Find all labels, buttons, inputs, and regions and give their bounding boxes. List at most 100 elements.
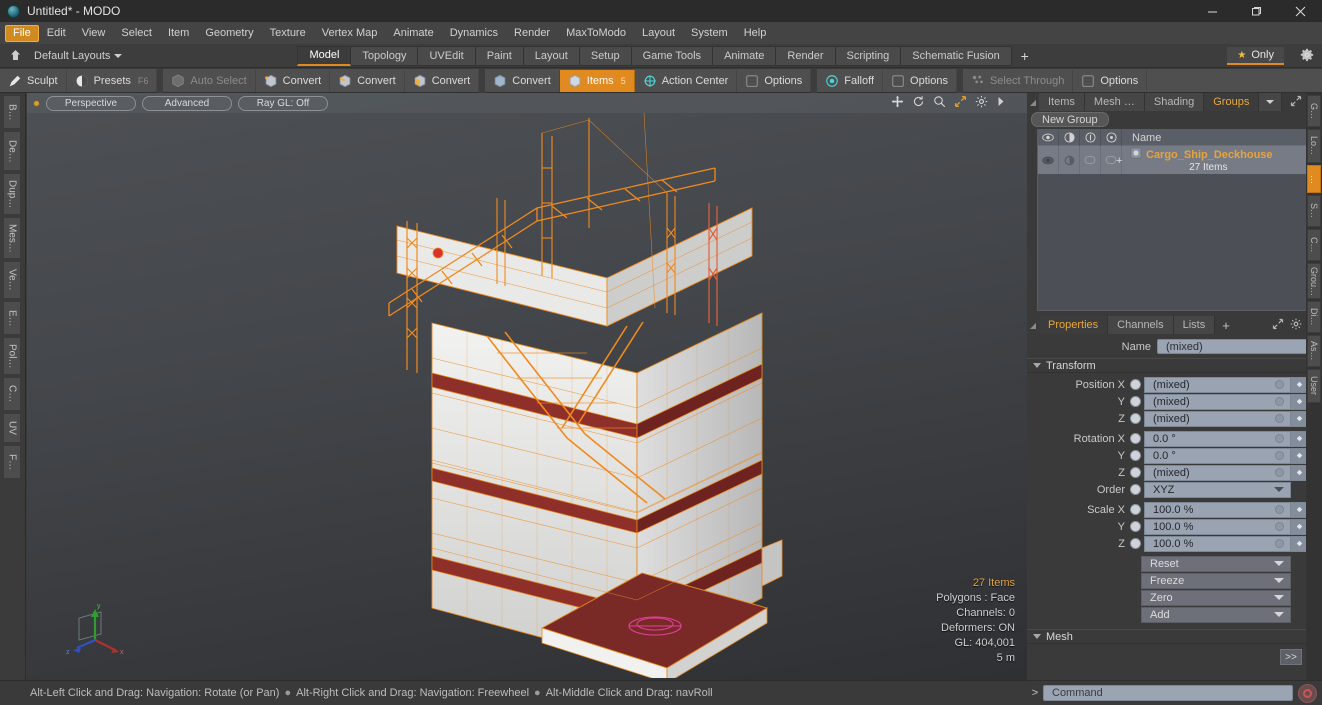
items-mode-button[interactable]: Items 5 [559, 69, 635, 92]
panel-tab-groups[interactable]: Groups [1204, 93, 1260, 111]
scale-x-knob[interactable] [1130, 504, 1141, 515]
layout-tab-game-tools[interactable]: Game Tools [631, 45, 714, 66]
left-tab-edge[interactable]: E… [3, 301, 21, 335]
panel-tab-shading[interactable]: Shading [1144, 93, 1205, 111]
viewport-view-mode-dropdown[interactable]: Perspective [46, 95, 136, 111]
layout-tab-schematic-fusion[interactable]: Schematic Fusion [901, 45, 1012, 66]
add-layout-tab-button[interactable]: + [1012, 48, 1038, 64]
menu-view[interactable]: View [74, 25, 114, 42]
tab-channels[interactable]: Channels [1108, 316, 1174, 334]
rotation-order-knob[interactable] [1130, 484, 1141, 495]
menu-system[interactable]: System [683, 25, 736, 42]
position-x-knob[interactable] [1130, 379, 1141, 390]
right-tab-general[interactable]: G… [1307, 95, 1321, 127]
record-icon[interactable] [1298, 683, 1317, 703]
more-arrow-icon[interactable] [996, 96, 1005, 110]
menu-vertex-map[interactable]: Vertex Map [314, 25, 386, 42]
tree-expand-toggle[interactable]: + [1116, 155, 1122, 167]
left-tab-mesh[interactable]: Mes… [3, 217, 21, 259]
select-through-button[interactable]: Select Through [963, 69, 1074, 92]
row-visibility-toggle[interactable] [1038, 146, 1059, 174]
rotation-x-field[interactable]: 0.0 ° [1144, 430, 1291, 447]
falloff-options-button[interactable]: Options [883, 69, 957, 92]
position-z-knob[interactable] [1130, 413, 1141, 424]
name-field[interactable]: (mixed) [1157, 339, 1308, 354]
position-x-anim-dot-icon[interactable] [1275, 380, 1284, 389]
layout-tab-layout[interactable]: Layout [523, 45, 580, 66]
menu-help[interactable]: Help [736, 25, 775, 42]
properties-corner-menu-icon[interactable]: ◢ [1027, 321, 1039, 330]
scale-y-field[interactable]: 100.0 % [1144, 518, 1291, 535]
layout-tab-animate[interactable]: Animate [713, 45, 777, 66]
tree-item[interactable]: + Cargo_Ship_Deckhouse 27 Items [1116, 147, 1273, 173]
row-lock-toggle[interactable] [1080, 146, 1101, 174]
left-tab-polygon[interactable]: Pol… [3, 337, 21, 375]
freeze-dropdown-button[interactable]: Freeze [1141, 572, 1291, 589]
rotation-x-knob[interactable] [1130, 433, 1141, 444]
action-center-button[interactable]: Action Center [635, 69, 738, 92]
tab-properties[interactable]: Properties [1039, 316, 1109, 334]
scale-z-field[interactable]: 100.0 % [1144, 535, 1291, 552]
viewport-shading-mode-dropdown[interactable]: Advanced [142, 95, 232, 111]
close-button[interactable] [1278, 0, 1322, 22]
position-x-field[interactable]: (mixed) [1144, 376, 1291, 393]
left-tab-basic[interactable]: B… [3, 95, 21, 129]
menu-animate[interactable]: Animate [385, 25, 441, 42]
rotate-icon[interactable] [912, 95, 925, 111]
right-tab-channels[interactable]: C… [1307, 229, 1321, 261]
properties-expand-arrows-icon[interactable] [1272, 318, 1284, 333]
3d-viewport[interactable]: Perspective Advanced Ray GL: Off 27 Item… [27, 93, 1027, 680]
convert-vertex-button[interactable]: Convert [256, 69, 331, 92]
panel-tab-mesh[interactable]: Mesh … [1084, 93, 1145, 111]
scale-y-knob[interactable] [1130, 521, 1141, 532]
layout-settings-gear-icon[interactable] [1300, 48, 1314, 65]
scale-x-field[interactable]: 100.0 % [1144, 501, 1291, 518]
layout-tab-scripting[interactable]: Scripting [835, 45, 902, 66]
pan-icon[interactable] [891, 95, 904, 111]
panel-corner-menu-icon[interactable]: ◢ [1027, 98, 1039, 107]
position-y-field[interactable]: (mixed) [1144, 393, 1291, 410]
menu-texture[interactable]: Texture [262, 25, 314, 42]
presets-button[interactable]: Presets F6 [67, 69, 158, 92]
select-through-options-button[interactable]: Options [1073, 69, 1148, 92]
rotation-z-field[interactable]: (mixed) [1144, 464, 1291, 481]
groups-tree[interactable]: Name + Cargo_Ship_Deckhouse 27 Items [1037, 129, 1320, 311]
default-layouts-dropdown[interactable]: Default Layouts [34, 50, 123, 62]
menu-edit[interactable]: Edit [39, 25, 74, 42]
minimize-button[interactable] [1190, 0, 1234, 22]
command-input[interactable]: Command [1043, 685, 1293, 701]
zoom-icon[interactable] [933, 95, 946, 111]
left-tab-falloff[interactable]: F… [3, 445, 21, 479]
layout-tab-uvedit[interactable]: UVEdit [418, 45, 476, 66]
scale-z-anim-dot-icon[interactable] [1275, 539, 1284, 548]
mesh-expand-button[interactable]: >> [1280, 649, 1302, 665]
zero-dropdown-button[interactable]: Zero [1141, 589, 1291, 606]
action-center-options-button[interactable]: Options [737, 69, 812, 92]
menu-geometry[interactable]: Geometry [197, 25, 261, 42]
scale-z-knob[interactable] [1130, 538, 1141, 549]
auto-select-button[interactable]: Auto Select [163, 69, 256, 92]
rotation-y-field[interactable]: 0.0 ° [1144, 447, 1291, 464]
menu-select[interactable]: Select [113, 25, 160, 42]
menu-layout[interactable]: Layout [634, 25, 683, 42]
menu-file[interactable]: File [5, 24, 39, 42]
tab-lists[interactable]: Lists [1173, 316, 1216, 334]
fit-icon[interactable] [954, 95, 967, 111]
new-group-button[interactable]: New Group [1031, 112, 1109, 127]
layout-tab-render[interactable]: Render [776, 45, 836, 66]
rotation-y-anim-dot-icon[interactable] [1275, 451, 1284, 460]
falloff-button[interactable]: Falloff [817, 69, 884, 92]
layout-tab-paint[interactable]: Paint [475, 45, 524, 66]
layout-tab-model[interactable]: Model [297, 45, 352, 66]
menu-render[interactable]: Render [506, 25, 558, 42]
scale-x-anim-dot-icon[interactable] [1275, 505, 1284, 514]
properties-gear-icon[interactable] [1290, 318, 1302, 333]
expand-arrows-icon[interactable] [1290, 95, 1302, 110]
panel-tab-overflow-icon[interactable] [1259, 93, 1283, 111]
row-render-toggle[interactable] [1059, 146, 1080, 174]
convert-edge-button[interactable]: Convert [330, 69, 405, 92]
left-tab-uv[interactable]: UV [3, 413, 21, 443]
menu-dynamics[interactable]: Dynamics [442, 25, 506, 42]
right-tab-active[interactable]: … [1307, 165, 1321, 193]
maximize-button[interactable] [1234, 0, 1278, 22]
